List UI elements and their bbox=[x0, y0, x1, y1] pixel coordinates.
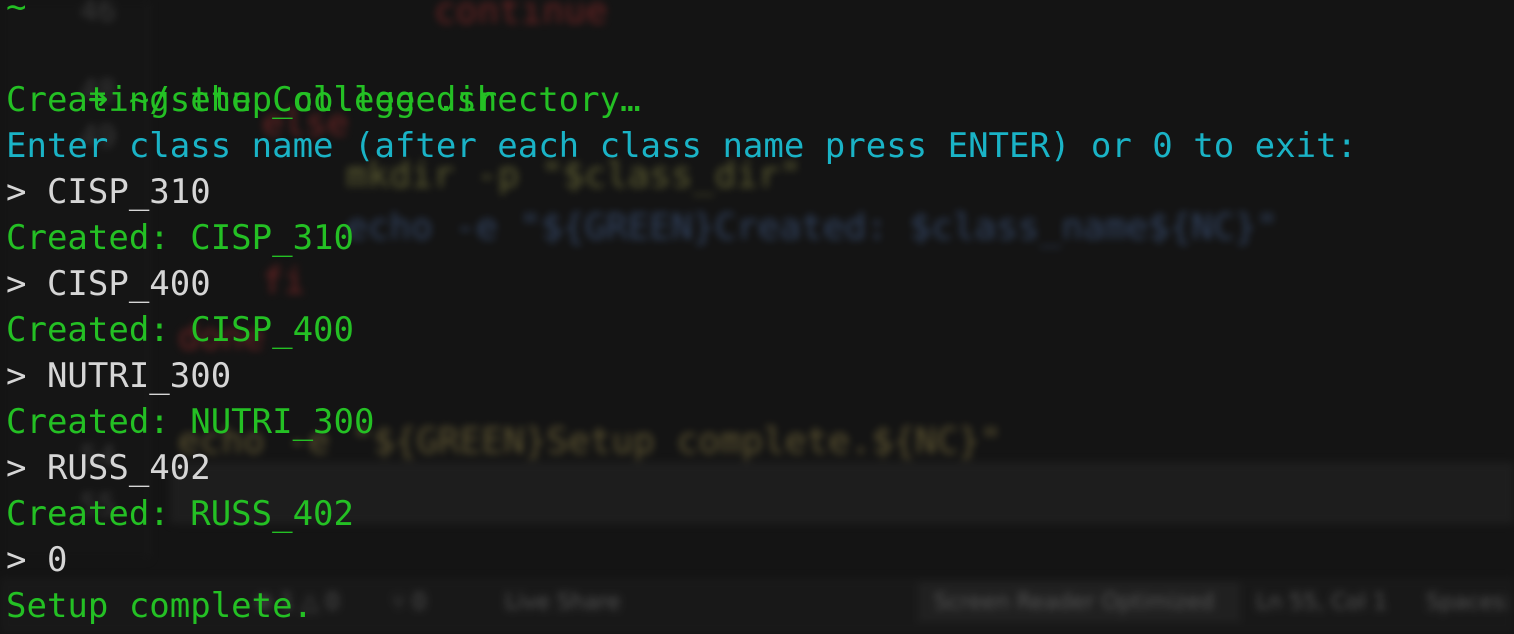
status-spaces: Spaces: bbox=[1426, 590, 1512, 615]
user-input-line: > CISP_400 bbox=[6, 264, 211, 304]
user-input-line: > RUSS_402 bbox=[6, 448, 211, 488]
current-line-highlight bbox=[170, 462, 1514, 524]
user-input-line: > NUTRI_300 bbox=[6, 356, 232, 396]
created-output-line: Created: CISP_400 bbox=[6, 310, 354, 350]
instruction-prompt: Enter class name (after each class name … bbox=[6, 126, 1358, 166]
status-creating: Creating the College directory… bbox=[6, 80, 641, 120]
status-screen-reader: Screen Reader Optimized bbox=[934, 590, 1215, 615]
created-output-line: Created: RUSS_402 bbox=[6, 494, 354, 534]
line-number: 46 bbox=[80, 0, 117, 29]
status-ports: ⑂ 0 bbox=[392, 590, 427, 615]
created-output-line: Created: CISP_310 bbox=[6, 218, 354, 258]
exit-input-line: > 0 bbox=[6, 540, 68, 580]
code-line: fi bbox=[262, 261, 306, 302]
code-line: echo -e "${GREEN}Created: $class_name${N… bbox=[346, 207, 1278, 248]
setup-complete-message: Setup complete. bbox=[6, 586, 314, 626]
created-output-line: Created: NUTRI_300 bbox=[6, 402, 375, 442]
tilde-line: ~ bbox=[6, 0, 27, 27]
status-cursor: Ln 55, Col 1 bbox=[1256, 590, 1388, 615]
status-live-share: Live Share bbox=[505, 590, 621, 615]
command-line: ➜ ~/setup_college.sh bbox=[6, 31, 497, 120]
code-line: continue bbox=[434, 0, 608, 32]
user-input-line: > CISP_310 bbox=[6, 172, 211, 212]
